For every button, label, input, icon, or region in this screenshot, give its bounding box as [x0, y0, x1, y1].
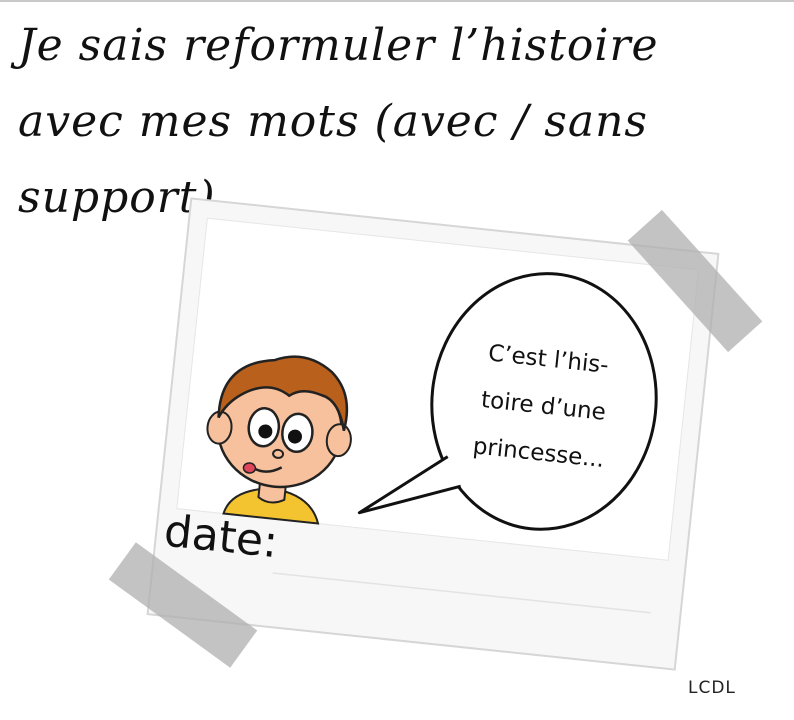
credit-label: LCDL — [688, 678, 736, 698]
speech-bubble-text: C’est l’his- toire d’une princesse... — [471, 340, 610, 473]
polaroid-card: C’est l’his- toire d’une princesse... da… — [146, 197, 720, 671]
skill-title: Je sais reformuler l’histoire avec mes m… — [18, 20, 659, 223]
top-rule — [0, 0, 794, 2]
